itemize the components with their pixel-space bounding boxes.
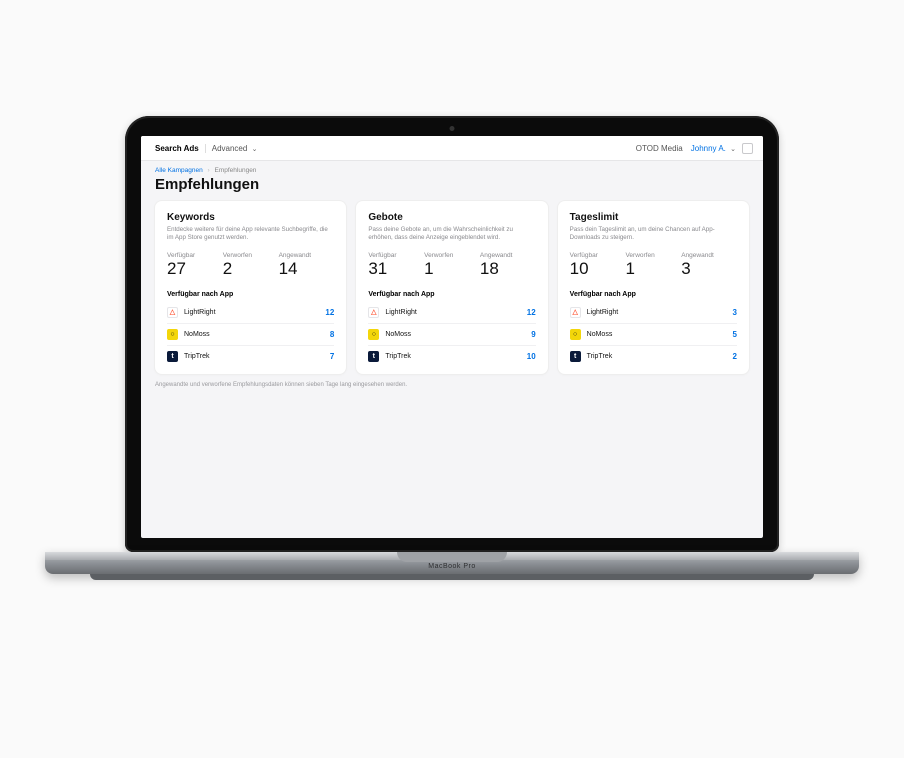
camera-dot: [450, 126, 455, 131]
app-name: NoMoss: [184, 331, 330, 338]
app-count: 2: [733, 352, 737, 361]
app-count: 3: [733, 308, 737, 317]
app-count: 8: [330, 330, 334, 339]
app-row[interactable]: t TripTrek7: [167, 346, 334, 368]
user-menu[interactable]: Johnny A. ⌄: [691, 144, 736, 153]
stat-value: 14: [279, 260, 335, 279]
laptop-frame: Search Ads Advanced ⌄ OTOD Media Johnny …: [125, 116, 779, 552]
app-name: NoMoss: [385, 331, 531, 338]
card-desc: Pass deine Gebote an, um die Wahrscheinl…: [368, 226, 535, 244]
laptop-brand: MacBook Pro: [428, 563, 476, 570]
app-count: 12: [325, 308, 334, 317]
card-subheading: Verfügbar nach App: [167, 291, 334, 298]
stat-label: Angewandt: [480, 252, 536, 259]
stat-label: Verfügbar: [570, 252, 626, 259]
app-name: LightRight: [587, 309, 733, 316]
card-subheading: Verfügbar nach App: [570, 291, 737, 298]
laptop-feet: [90, 574, 814, 580]
app-icon-nomoss: ○: [570, 329, 581, 340]
app-row[interactable]: t TripTrek10: [368, 346, 535, 368]
cards-row: Keywords Entdecke weitere für deine App …: [141, 201, 763, 374]
app-row[interactable]: △ LightRight3: [570, 302, 737, 324]
app-count: 7: [330, 352, 334, 361]
app-row[interactable]: △ LightRight12: [368, 302, 535, 324]
stat-label: Angewandt: [681, 252, 737, 259]
app-name: TripTrek: [385, 353, 526, 360]
app-count: 9: [531, 330, 535, 339]
stat-value: 3: [681, 260, 737, 279]
app-row[interactable]: t TripTrek2: [570, 346, 737, 368]
app-row[interactable]: △ LightRight12: [167, 302, 334, 324]
screen: Search Ads Advanced ⌄ OTOD Media Johnny …: [141, 136, 763, 538]
topbar: Search Ads Advanced ⌄ OTOD Media Johnny …: [141, 136, 763, 161]
breadcrumb: Alle Kampagnen › Empfehlungen: [141, 161, 763, 174]
product-tier-label: Advanced: [212, 144, 248, 153]
card-title: Gebote: [368, 212, 535, 223]
app-count: 12: [527, 308, 536, 317]
product-name: Search Ads: [155, 144, 199, 153]
app-row[interactable]: ○ NoMoss9: [368, 324, 535, 346]
laptop-notch: [397, 552, 507, 562]
app-icon-triptrek: t: [368, 351, 379, 362]
card-desc: Pass dein Tageslimit an, um deine Chance…: [570, 226, 737, 244]
user-name: Johnny A.: [691, 144, 726, 153]
card-bids: Gebote Pass deine Gebote an, um die Wahr…: [356, 201, 547, 374]
app-count: 5: [733, 330, 737, 339]
card-title: Keywords: [167, 212, 334, 223]
card-dailycap: Tageslimit Pass dein Tageslimit an, um d…: [558, 201, 749, 374]
chevron-down-icon: ⌄: [730, 146, 736, 153]
app-name: LightRight: [385, 309, 526, 316]
breadcrumb-separator-icon: ›: [208, 167, 210, 174]
stat-value: 1: [625, 260, 681, 279]
stat-label: Verworfen: [424, 252, 480, 259]
card-subheading: Verfügbar nach App: [368, 291, 535, 298]
stat-value: 2: [223, 260, 279, 279]
app-name: LightRight: [184, 309, 325, 316]
stat-label: Verfügbar: [167, 252, 223, 259]
app-count: 10: [527, 352, 536, 361]
stat-label: Verfügbar: [368, 252, 424, 259]
org-name[interactable]: OTOD Media: [636, 144, 683, 153]
stat-value: 27: [167, 260, 223, 279]
stat-label: Angewandt: [279, 252, 335, 259]
app-icon-triptrek: t: [570, 351, 581, 362]
app-icon-lightright: △: [570, 307, 581, 318]
card-keywords: Keywords Entdecke weitere für deine App …: [155, 201, 346, 374]
stat-label: Verworfen: [625, 252, 681, 259]
app-icon-lightright: △: [167, 307, 178, 318]
card-title: Tageslimit: [570, 212, 737, 223]
card-desc: Entdecke weitere für deine App relevante…: [167, 226, 334, 244]
breadcrumb-current: Empfehlungen: [215, 167, 257, 174]
product-tier[interactable]: Advanced ⌄: [205, 144, 258, 153]
stat-value: 10: [570, 260, 626, 279]
app-icon-lightright: △: [368, 307, 379, 318]
app-row[interactable]: ○ NoMoss5: [570, 324, 737, 346]
app-row[interactable]: ○ NoMoss8: [167, 324, 334, 346]
stat-value: 1: [424, 260, 480, 279]
laptop-base: MacBook Pro: [45, 552, 859, 574]
app-name: NoMoss: [587, 331, 733, 338]
stat-value: 18: [480, 260, 536, 279]
app-name: TripTrek: [184, 353, 330, 360]
footnote: Angewandte und verworfene Empfehlungsdat…: [141, 374, 763, 396]
app-icon-nomoss: ○: [368, 329, 379, 340]
page-title: Empfehlungen: [141, 174, 763, 201]
app-icon-triptrek: t: [167, 351, 178, 362]
breadcrumb-root[interactable]: Alle Kampagnen: [155, 167, 203, 174]
window-icon[interactable]: [742, 143, 753, 154]
app-name: TripTrek: [587, 353, 733, 360]
stat-label: Verworfen: [223, 252, 279, 259]
stat-value: 31: [368, 260, 424, 279]
chevron-down-icon: ⌄: [252, 146, 258, 153]
app-icon-nomoss: ○: [167, 329, 178, 340]
